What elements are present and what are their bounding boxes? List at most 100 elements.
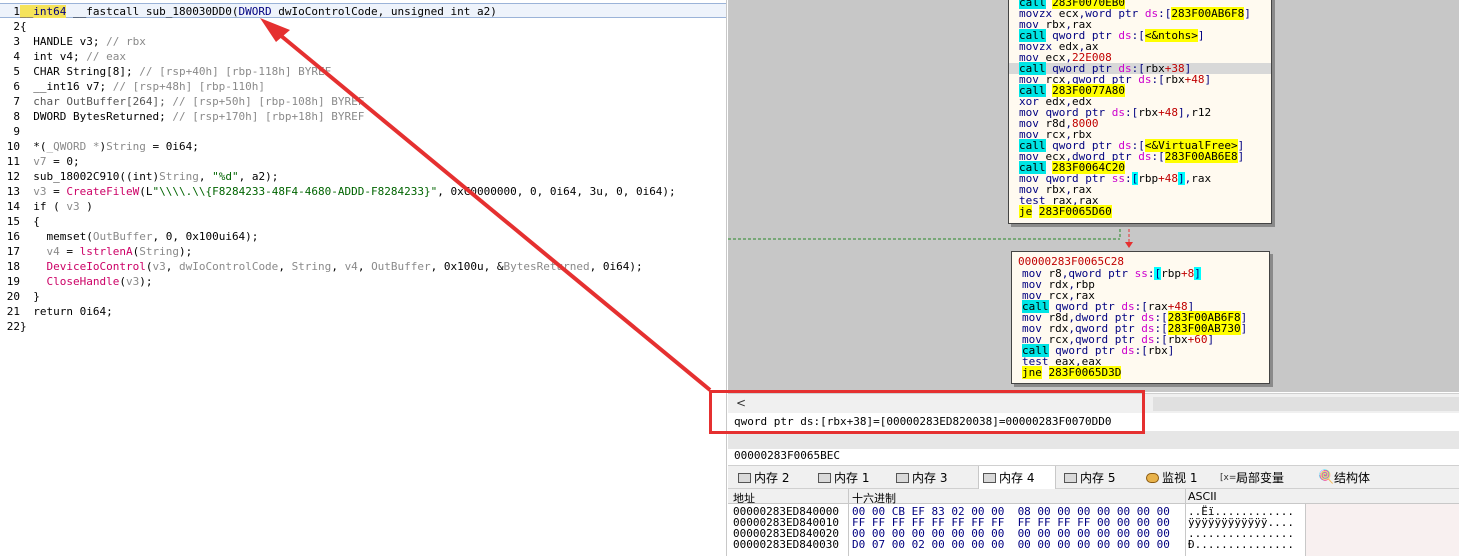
code-line[interactable]: 4 int v4; // eax: [0, 49, 126, 64]
tab-2[interactable]: 内存 1: [814, 466, 892, 490]
dump-header-hex[interactable]: 十六进制: [852, 490, 896, 506]
code-token: v4: [20, 245, 60, 258]
code-line[interactable]: 7 char OutBuffer[264]; // [rsp+50h] [rbp…: [0, 94, 364, 109]
code-line[interactable]: 17 v4 = lstrlenA(String);: [0, 244, 192, 259]
code-line[interactable]: 15 {: [0, 214, 40, 229]
pseudocode-view[interactable]: 1__int64 __fastcall sub_180030DD0(DWORD …: [0, 0, 727, 556]
code-line[interactable]: 3 HANDLE v3; // rbx: [0, 34, 145, 49]
code-line[interactable]: 10 *(_QWORD *)String = 0i64;: [0, 139, 199, 154]
asm-token: rbp: [1138, 172, 1159, 185]
asm-token: ],: [1177, 106, 1192, 119]
code-token: __int64: [20, 5, 67, 18]
code-token: *(: [20, 140, 47, 153]
memory-dump-view[interactable]: 地址 十六进制 ASCII 00000283ED840000 00 00 CB E…: [728, 489, 1459, 556]
asm-token: :: [1124, 172, 1132, 185]
line-number: 16: [6, 230, 20, 243]
asm-token: ]: [1244, 7, 1251, 20]
asm-token: +48: [1158, 172, 1178, 185]
code-token: {: [20, 20, 27, 33]
locals-icon: [x=]: [1220, 473, 1240, 483]
dump-header: 地址 十六进制 ASCII: [728, 489, 1459, 506]
code-line[interactable]: 1__int64 __fastcall sub_180030DD0(DWORD …: [0, 4, 497, 19]
code-token: CreateFileW: [66, 185, 140, 198]
tab-8[interactable]: 🍭 结构体: [1314, 466, 1394, 490]
asm-instruction[interactable]: je 283F0065D60: [1009, 205, 1271, 218]
code-token: String: [159, 170, 199, 183]
scrollbar-thumb[interactable]: [1153, 397, 1459, 411]
tab-label: 局部变量: [1236, 471, 1285, 485]
code-token: ,: [331, 260, 345, 273]
code-line[interactable]: 14 if ( v3 ): [0, 199, 93, 214]
asm-instruction[interactable]: jne 283F0065D3D: [1012, 366, 1269, 379]
tab-label: 内存 4: [999, 471, 1035, 485]
line-number: 17: [6, 245, 20, 258]
asm-token: ]: [1167, 344, 1175, 357]
code-line[interactable]: 22}: [0, 319, 27, 334]
tab-5[interactable]: 内存 5: [1060, 466, 1140, 490]
code-token: int v4;: [20, 50, 87, 63]
dump-header-address[interactable]: 地址: [733, 490, 755, 506]
line-number: 13: [6, 185, 20, 198]
code-token: ,: [165, 260, 179, 273]
line-number: 14: [6, 200, 20, 213]
tab-label: 监视 1: [1162, 471, 1198, 485]
code-line[interactable]: 16 memset(OutBuffer, 0, 0x100ui64);: [0, 229, 259, 244]
asm-token: +48: [1184, 73, 1205, 86]
code-token: return 0i64;: [20, 305, 113, 318]
dump-header-ascii[interactable]: ASCII: [1188, 490, 1217, 503]
code-line[interactable]: 13 v3 = CreateFileW(L"\\\\.\\{F8284233-4…: [0, 184, 676, 199]
dump-row[interactable]: 00000283ED840030 D0 07 00 02 00 00 00 00 …: [728, 539, 1459, 550]
line-number: 15: [6, 215, 20, 228]
code-line[interactable]: 6 __int16 v7; // [rsp+48h] [rbp-110h]: [0, 79, 265, 94]
code-line[interactable]: 5 CHAR String[8]; // [rsp+40h] [rbp-118h…: [0, 64, 331, 79]
memory-icon: [738, 473, 751, 483]
tab-label: 内存 5: [1080, 471, 1116, 485]
code-token: DWORD: [238, 5, 272, 18]
asm-token: 283F00AB6F8: [1171, 7, 1245, 20]
code-token: ,: [198, 170, 213, 183]
asm-token: rax: [1191, 172, 1212, 185]
disassembly-graph-view[interactable]: call 283F0070EB0 movzx ecx,word ptr ds:[2…: [728, 0, 1459, 392]
code-token: String: [106, 140, 146, 153]
tab-3[interactable]: 内存 3: [892, 466, 976, 490]
code-line[interactable]: 11 v7 = 0;: [0, 154, 80, 169]
annotation-highlight-box: [709, 390, 1145, 434]
code-line[interactable]: 2{: [0, 19, 27, 34]
code-token: ): [79, 200, 93, 213]
tab-1[interactable]: 内存 2: [734, 466, 812, 490]
code-token: CloseHandle: [20, 275, 120, 288]
line-number: 6: [13, 80, 20, 93]
code-token: CHAR String[8];: [20, 65, 140, 78]
code-token: // [rsp+50h] [rbp-108h] BYREF: [172, 95, 365, 108]
code-token: v3: [125, 275, 140, 288]
code-line[interactable]: 18 DeviceIoControl(v3, dwIoControlCode, …: [0, 259, 643, 274]
tab-4[interactable]: 内存 4: [978, 466, 1056, 490]
asm-token: ss: [1134, 267, 1148, 280]
asm-token: :[: [1151, 73, 1165, 86]
code-line[interactable]: 20 }: [0, 289, 40, 304]
code-line[interactable]: 19 CloseHandle(v3);: [0, 274, 153, 289]
asm-token: 283F0065D3D: [1048, 366, 1122, 379]
asm-token: ]: [1177, 172, 1185, 185]
line-number: 5: [13, 65, 20, 78]
code-token: String: [291, 260, 332, 273]
code-token: // [rsp+40h] [rbp-118h] BYREF: [139, 65, 332, 78]
memory-icon: [818, 473, 831, 483]
code-token: lstrlenA: [79, 245, 133, 258]
code-token: HANDLE v3;: [20, 35, 107, 48]
tab-6[interactable]: 监视 1: [1142, 466, 1214, 490]
basic-block-1[interactable]: call 283F0070EB0 movzx ecx,word ptr ds:[2…: [1008, 0, 1272, 224]
code-line[interactable]: 8 DWORD BytesReturned; // [rsp+170h] [rb…: [0, 109, 364, 124]
basic-block-2[interactable]: 00000283F0065C28 mov r8,qword ptr ss:[rb…: [1011, 251, 1270, 384]
tab-7[interactable]: [x=] 局部变量: [1216, 466, 1316, 490]
code-token: {: [20, 215, 40, 228]
code-line[interactable]: 21 return 0i64;: [0, 304, 113, 319]
code-token: = 0i64;: [145, 140, 199, 153]
code-line[interactable]: 9: [0, 124, 20, 139]
code-line[interactable]: 12 sub_18002C910((int)String, "%d", a2);: [0, 169, 279, 184]
code-token: memset(: [20, 230, 93, 243]
asm-token: ]: [1207, 333, 1215, 346]
tab-label: 内存 2: [754, 471, 790, 485]
asm-token: ]: [1240, 322, 1248, 335]
tab-label: 内存 1: [834, 471, 870, 485]
